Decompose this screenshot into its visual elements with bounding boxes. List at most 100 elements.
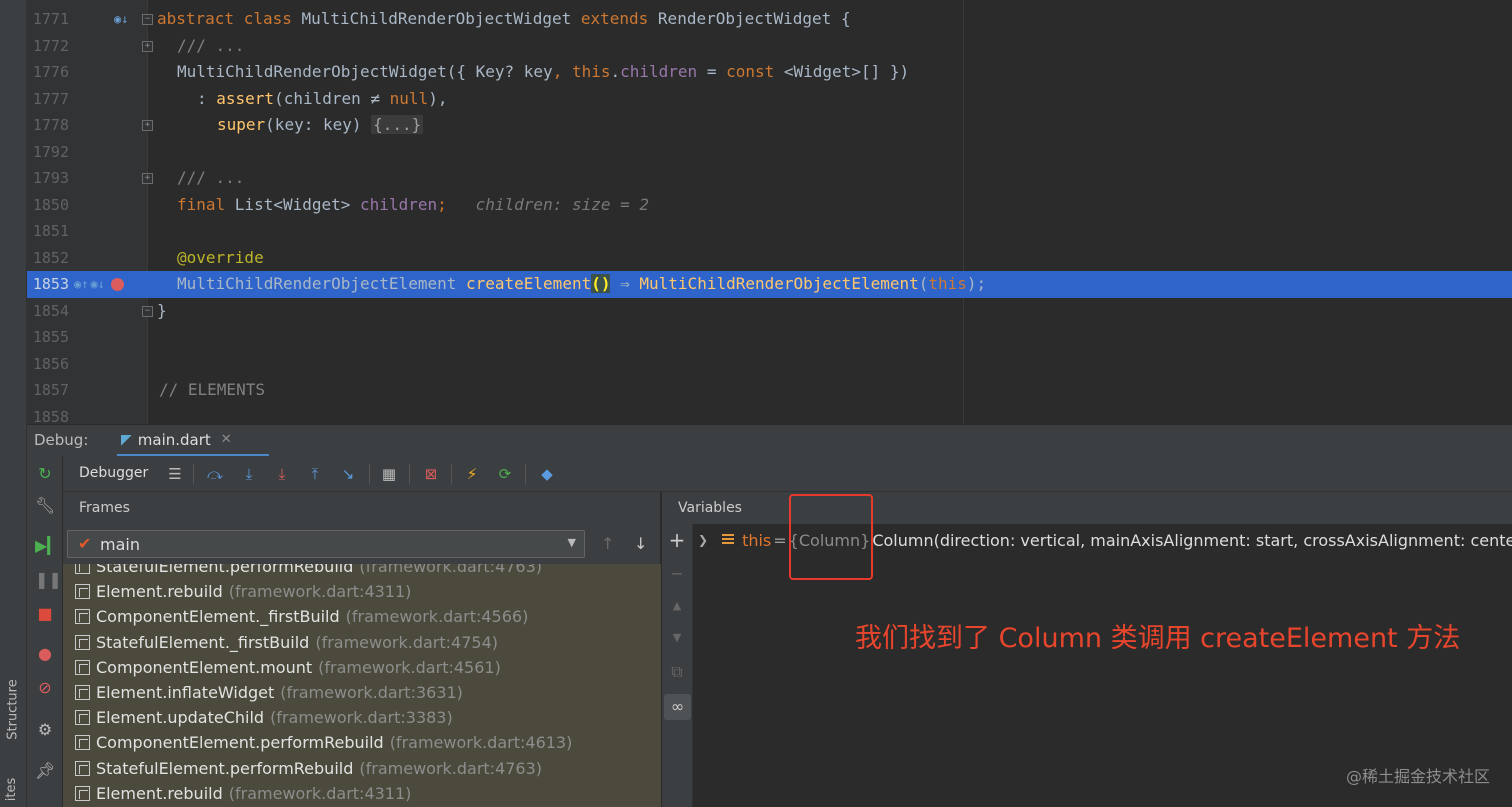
chevron-right-icon[interactable]: ❯ <box>698 533 708 547</box>
fold-toggle-icon[interactable]: − <box>142 305 153 317</box>
frame-row[interactable]: Element.rebuild (framework.dart:4311) <box>63 579 661 604</box>
frame-row[interactable]: Element.rebuild (framework.dart:4311) <box>63 781 661 806</box>
breakpoint-icon[interactable] <box>110 277 124 291</box>
frame-row[interactable]: ComponentElement._firstBuild (framework.d… <box>63 604 661 629</box>
hot-reload-icon[interactable]: ⚡ <box>462 464 482 484</box>
code-line[interactable]: 1777: assert(children ≠ null), <box>0 86 1512 113</box>
line-number[interactable]: 1855 <box>27 324 69 351</box>
code-line[interactable]: 1852 @override <box>0 245 1512 272</box>
code-line[interactable]: 1771 ◉↓ − abstract class MultiChildRenderOb… <box>0 6 1512 33</box>
view-breakpoints-icon[interactable]: ● <box>35 644 55 664</box>
code-line[interactable]: 1854 −} <box>0 298 1512 325</box>
code-editor[interactable]: 1771 ◉↓ − abstract class MultiChildRenderOb… <box>0 0 1512 424</box>
frame-row[interactable]: Element.updateChild (framework.dart:3383) <box>63 705 661 730</box>
frame-row[interactable]: StatefulElement.performRebuild (framework… <box>63 756 661 781</box>
line-number[interactable]: 1776 <box>27 59 69 86</box>
move-up-icon[interactable]: ▲ <box>667 596 687 616</box>
debugger-tab-label[interactable]: Debugger <box>79 465 148 481</box>
mute-breakpoints-icon[interactable]: ⊘ <box>35 678 55 698</box>
pin-icon[interactable]: 📌︎ <box>35 761 55 781</box>
run-to-cursor-icon[interactable]: ↘ <box>338 464 358 484</box>
code-token: : <box>197 88 217 108</box>
show-watches-icon[interactable]: ∞ <box>664 694 691 720</box>
code-text: } <box>157 298 167 325</box>
code-line[interactable]: 1856 <box>0 351 1512 378</box>
tab-main-dart[interactable]: ◤ main.dart ✕ <box>117 425 269 457</box>
remove-watch-icon[interactable]: − <box>667 564 687 584</box>
line-number[interactable]: 1771 <box>27 6 69 33</box>
code-token: const <box>726 62 784 81</box>
close-icon[interactable]: ✕ <box>221 432 232 447</box>
force-step-into-icon[interactable]: ⤓ <box>272 464 292 484</box>
line-number[interactable]: 1856 <box>27 351 69 378</box>
frame-row[interactable]: ComponentElement.performRebuild (framewor… <box>63 730 661 755</box>
toolbar-separator <box>193 464 194 484</box>
line-number[interactable]: 1854 <box>27 298 69 325</box>
frame-name: StatefulElement.performRebuild <box>96 564 354 577</box>
line-number[interactable]: 1850 <box>27 192 69 219</box>
overridden-down-icon[interactable]: ◉↓ <box>90 278 104 290</box>
line-number[interactable]: 1851 <box>27 218 69 245</box>
copy-icon[interactable]: ⧉ <box>667 662 687 682</box>
code-line[interactable]: 1855 <box>0 324 1512 351</box>
structure-side-tab[interactable]: Structure <box>3 672 23 752</box>
frame-location: (framework.dart:4561) <box>318 657 501 677</box>
fold-toggle-icon[interactable]: − <box>142 14 153 25</box>
line-number[interactable]: 1858 <box>27 404 69 425</box>
code-token: extends <box>580 9 658 28</box>
add-watch-icon[interactable]: + <box>667 530 687 550</box>
thread-select[interactable]: ✔ main ▼ <box>67 530 585 558</box>
fold-toggle-icon[interactable]: + <box>142 120 153 131</box>
dart-devtools-icon[interactable]: ◆ <box>537 464 557 484</box>
hot-restart-icon[interactable]: ⟳ <box>495 464 515 484</box>
step-out-icon[interactable]: ⤒ <box>305 464 325 484</box>
line-number[interactable]: 1852 <box>27 245 69 272</box>
fold-toggle-icon[interactable]: + <box>142 40 153 52</box>
line-number[interactable]: 1793 <box>27 165 69 192</box>
arrow-down-icon[interactable]: ↓ <box>634 534 647 553</box>
move-down-icon[interactable]: ▼ <box>667 628 687 648</box>
frame-row[interactable]: StatefulElement.performRebuild (framework… <box>63 564 661 579</box>
code-line[interactable]: 1858 <box>0 404 1512 425</box>
code-text: MultiChildRenderObjectElement createElem… <box>177 271 986 298</box>
line-number[interactable]: 1772 <box>27 33 69 60</box>
line-number[interactable]: 1792 <box>27 139 69 166</box>
toolbar-separator <box>369 464 370 484</box>
evaluate-expression-icon[interactable]: ▦ <box>379 464 399 484</box>
code-token: super <box>217 115 266 134</box>
pause-icon[interactable]: ❚❚ <box>35 570 62 590</box>
line-number[interactable]: 1777 <box>27 86 69 113</box>
code-line[interactable]: 1857 // ELEMENTS <box>0 377 1512 404</box>
line-number[interactable]: 1857 <box>27 377 69 404</box>
code-line[interactable]: 1850 final List<Widget> children; childre… <box>0 192 1512 219</box>
code-line[interactable]: 1793 + /// ... <box>0 165 1512 192</box>
frame-row[interactable]: Element.inflateWidget (framework.dart:363… <box>63 680 661 705</box>
frames-list[interactable]: StatefulElement.performRebuild (framework… <box>63 564 661 807</box>
code-line[interactable]: 1851 <box>0 218 1512 245</box>
fold-toggle-icon[interactable]: + <box>142 173 153 184</box>
gear-icon[interactable]: ⚙ <box>35 720 55 740</box>
step-into-icon[interactable]: ⤓ <box>239 464 259 484</box>
code-line[interactable]: 1776 MultiChildRenderObjectWidget({ Key? … <box>0 59 1512 86</box>
code-token: /// ... <box>177 168 245 187</box>
step-over-icon[interactable]: ⤼ <box>205 464 225 484</box>
frame-row[interactable]: StatefulElement._firstBuild (framework.da… <box>63 630 661 655</box>
line-number[interactable]: 1853 <box>27 271 69 298</box>
code-line[interactable]: 1792 <box>0 139 1512 166</box>
layout-menu-icon[interactable]: ☰ <box>165 464 185 484</box>
stop-icon[interactable]: ■ <box>35 604 55 624</box>
implemented-down-icon[interactable]: ◉↓ <box>114 13 128 25</box>
rerun-icon[interactable]: ↻ <box>35 464 55 484</box>
code-line[interactable]: 1772 + /// ... <box>0 33 1512 60</box>
overrides-up-icon[interactable]: ◉↑ <box>74 278 88 290</box>
code-line[interactable]: 1853 ◉↑ ◉↓ MultiChildRenderObjectElement cr… <box>0 271 1512 298</box>
wrench-icon[interactable]: 🔧︎ <box>35 496 55 516</box>
arrow-up-icon[interactable]: ↑ <box>601 534 614 553</box>
code-line[interactable]: 1778 + super(key: key) {...} <box>0 112 1512 139</box>
line-number[interactable]: 1778 <box>27 112 69 139</box>
gutter-icons: ◉↑ ◉↓ <box>74 271 124 298</box>
frame-row[interactable]: ComponentElement.mount (framework.dart:45… <box>63 655 661 680</box>
drop-frame-icon[interactable]: ⊠ <box>421 464 441 484</box>
resume-icon[interactable]: ▶▎ <box>35 536 60 556</box>
code-text: /// ... <box>177 165 244 192</box>
